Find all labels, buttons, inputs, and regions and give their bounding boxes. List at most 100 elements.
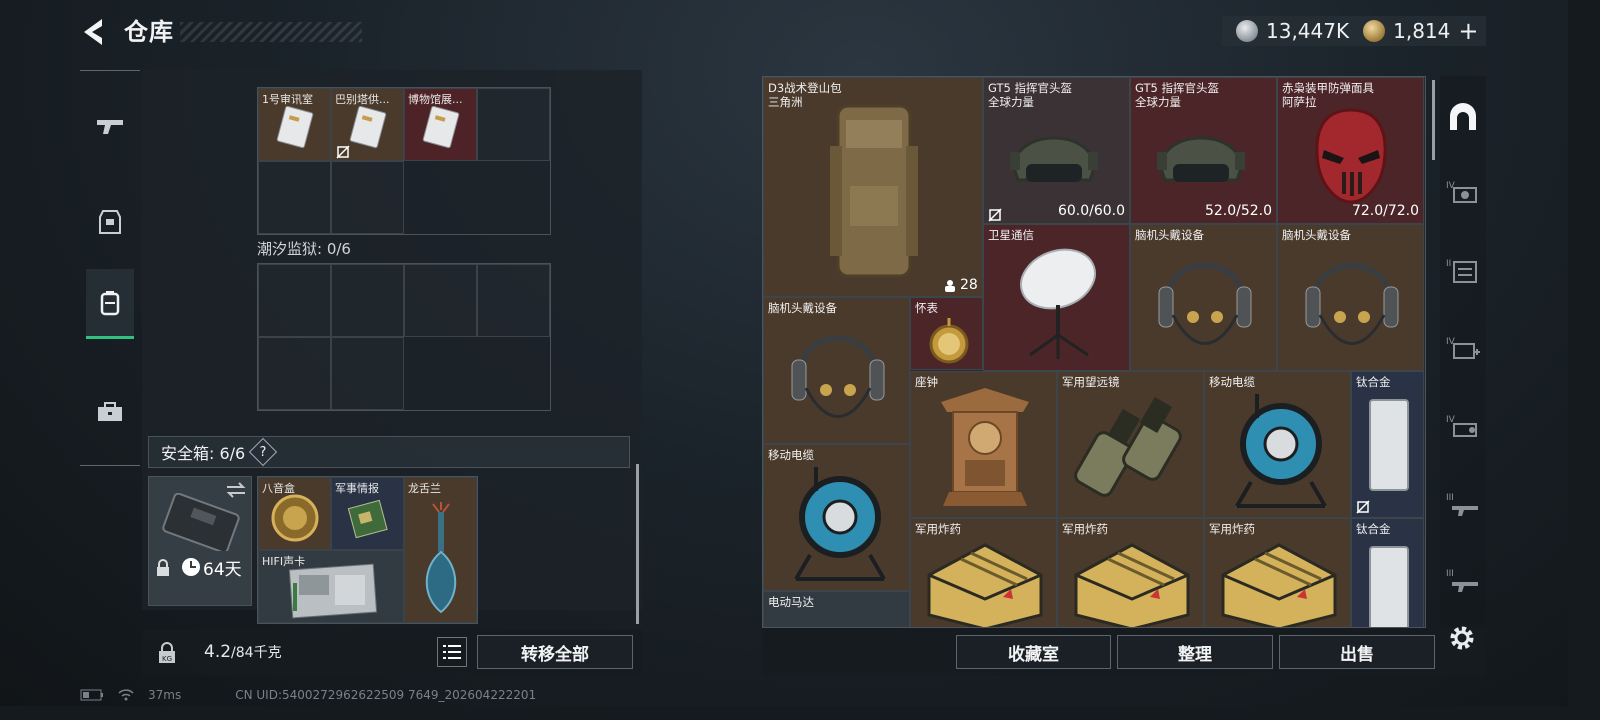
backpack-icon	[100, 290, 120, 315]
item-mask[interactable]: 赤枭装甲防弹面具 阿萨拉 72.0/72.0	[1277, 77, 1424, 224]
grid-cell[interactable]	[404, 264, 477, 337]
item-label: 赤枭装甲防弹面具	[1282, 81, 1374, 95]
item-cable-reel-1[interactable]: 移动电缆	[1204, 371, 1351, 518]
safebox-header: 安全箱: 6/6 ?	[148, 436, 630, 468]
filter-documents[interactable]: II	[1444, 252, 1482, 290]
list-icon	[443, 645, 461, 659]
add-currency-button[interactable]: +	[1458, 17, 1478, 45]
status-bar: 37ms CN UID:5400272962622509 7649_202604…	[80, 688, 536, 702]
grid-cell[interactable]: 龙舌兰	[404, 477, 477, 623]
safebox-slot[interactable]: 64天	[148, 476, 252, 606]
item-titanium-1[interactable]: 钛合金	[1351, 371, 1424, 518]
circuit-board-icon	[347, 499, 388, 539]
prison-label: 潮汐监狱: 0/6	[257, 240, 351, 258]
explosive-crate-icon	[1074, 543, 1190, 627]
grid-cell[interactable]	[258, 337, 331, 410]
sort-button[interactable]: 整理	[1117, 635, 1273, 669]
safebox-days: 64天	[203, 560, 242, 580]
list-view-button[interactable]	[437, 637, 467, 667]
sell-button[interactable]: 出售	[1279, 635, 1435, 669]
currency-bar: 13,447K 1,814 +	[1222, 16, 1486, 46]
item-label: 军事情报	[335, 482, 379, 495]
filter-medical[interactable]: IV	[1444, 330, 1482, 368]
left-scrollbar[interactable]	[636, 464, 639, 624]
explosive-crate-icon	[1221, 543, 1337, 627]
item-label: 脑机头戴设备	[1135, 228, 1204, 242]
settings-button[interactable]	[1446, 622, 1478, 654]
grid-cell[interactable]: 博物馆展...	[404, 88, 477, 161]
right-scrollbar[interactable]	[1432, 80, 1435, 160]
safebox-grid: 八音盒 军事情报 龙舌兰 HIFI声卡	[257, 476, 478, 624]
prison-grid	[257, 263, 551, 411]
back-button[interactable]	[78, 16, 112, 48]
item-electric-motor[interactable]: 电动马达	[763, 591, 910, 627]
table-clock-icon	[941, 388, 1029, 506]
gold-amount: 1,814	[1393, 19, 1451, 43]
item-explosive-1[interactable]: 军用炸药	[910, 518, 1057, 627]
grid-spacer	[404, 337, 477, 410]
page-title: 仓库	[124, 18, 174, 46]
keycard-icon	[349, 105, 387, 149]
item-label: 龙舌兰	[408, 482, 441, 495]
tab-equipment[interactable]	[86, 187, 134, 257]
grid-cell[interactable]	[258, 264, 331, 337]
swap-icon[interactable]	[225, 481, 247, 499]
svg-text:KG: KG	[162, 655, 172, 663]
category-sidebar	[80, 70, 140, 466]
title-decoration	[180, 22, 362, 42]
filter-all[interactable]	[1444, 98, 1482, 136]
tab-toolbox[interactable]	[86, 377, 134, 447]
grid-cell[interactable]	[331, 264, 404, 337]
item-headset-1[interactable]: 脑机头戴设备	[1130, 224, 1277, 371]
filter-rifles[interactable]: III	[1444, 562, 1482, 600]
item-headset-3[interactable]: 脑机头戴设备	[763, 297, 910, 444]
satellite-dish-icon	[1020, 248, 1096, 359]
tab-weapons[interactable]	[86, 91, 134, 161]
titanium-plate-icon	[1369, 546, 1409, 627]
transfer-all-button[interactable]: 转移全部	[477, 635, 633, 669]
gun-icon	[97, 120, 123, 134]
filter-tools[interactable]: IV	[1444, 408, 1482, 446]
tab-backpack[interactable]	[86, 269, 134, 339]
item-binoculars[interactable]: 军用望远镜	[1057, 371, 1204, 518]
help-glyph: ?	[259, 444, 267, 460]
item-label: 移动电缆	[768, 448, 814, 462]
grid-cell[interactable]	[477, 88, 550, 161]
grid-cell[interactable]	[331, 161, 404, 234]
item-cable-reel-2[interactable]: 移动电缆	[763, 444, 910, 591]
grid-cell[interactable]	[331, 337, 404, 410]
grid-cell[interactable]: HIFI声卡	[258, 550, 404, 623]
help-icon[interactable]: ?	[249, 437, 278, 467]
no-insure-icon	[1356, 500, 1370, 514]
battery-icon	[80, 689, 103, 701]
item-satellite[interactable]: 卫星通信	[983, 224, 1130, 371]
grid-cell[interactable]: 八音盒	[258, 477, 331, 550]
item-helmet-1[interactable]: GT5 指挥官头盔 全球力量 60.0/60.0	[983, 77, 1130, 224]
silver-amount: 13,447K	[1266, 19, 1350, 43]
collection-room-button[interactable]: 收藏室	[956, 635, 1111, 669]
helmet-icon	[1157, 136, 1245, 182]
grid-cell[interactable]	[258, 161, 331, 234]
grid-cell[interactable]	[477, 264, 550, 337]
item-titanium-2[interactable]: 钛合金	[1351, 518, 1424, 627]
item-helmet-2[interactable]: GT5 指挥官头盔 全球力量 52.0/52.0	[1130, 77, 1277, 224]
item-headset-2[interactable]: 脑机头戴设备	[1277, 224, 1424, 371]
pocket-watch-icon	[929, 318, 969, 364]
item-explosive-2[interactable]: 军用炸药	[1057, 518, 1204, 627]
item-explosive-3[interactable]: 军用炸药	[1204, 518, 1351, 627]
backpack-item-icon	[830, 104, 918, 278]
keycard-icon	[276, 105, 314, 149]
filter-weapons[interactable]: III	[1444, 486, 1482, 524]
vest-icon	[99, 210, 121, 234]
item-label: GT5 指挥官头盔	[988, 81, 1072, 95]
item-backpack[interactable]: D3战术登山包 三角洲 28	[763, 77, 983, 297]
briefcase-icon	[98, 402, 122, 421]
item-table-clock[interactable]: 座钟	[910, 371, 1057, 518]
grid-cell[interactable]: 巴别塔供...	[331, 88, 404, 161]
svg-text:III: III	[1446, 569, 1454, 579]
item-pocket-watch[interactable]: 怀表	[910, 297, 983, 370]
grid-cell[interactable]: 军事情报	[331, 477, 404, 550]
person-icon	[945, 280, 955, 292]
filter-scope[interactable]: IV	[1444, 174, 1482, 212]
grid-cell[interactable]: 1号审讯室	[258, 88, 331, 161]
